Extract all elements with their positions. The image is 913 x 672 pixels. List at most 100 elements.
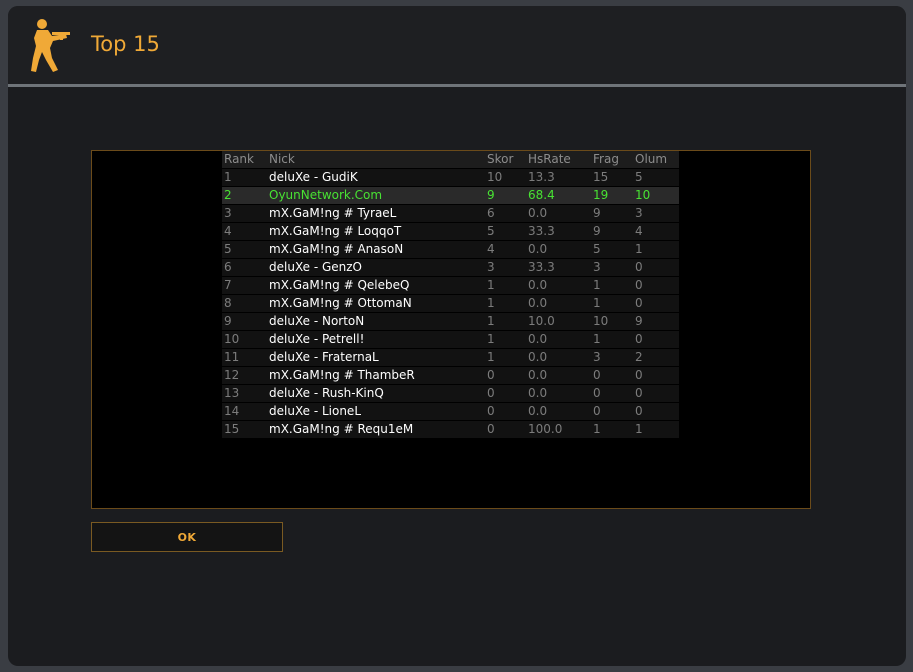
cell-olum: 0 bbox=[633, 402, 679, 421]
cell-olum: 0 bbox=[633, 258, 679, 277]
cell-hsrate: 0.0 bbox=[526, 384, 591, 403]
table-row: 15 mX.GaM!ng # Requ1eM 0 100.0 1 1 bbox=[222, 420, 679, 438]
cell-rank: 12 bbox=[222, 366, 267, 385]
cell-olum: 1 bbox=[633, 240, 679, 259]
cell-frag: 15 bbox=[591, 168, 633, 187]
table-row: 7 mX.GaM!ng # QelebeQ 1 0.0 1 0 bbox=[222, 276, 679, 295]
cell-nick: deluXe - GenzO bbox=[267, 258, 485, 277]
table-row: 5 mX.GaM!ng # AnasoN 4 0.0 5 1 bbox=[222, 240, 679, 259]
counter-terrorist-icon bbox=[31, 19, 70, 72]
header-divider bbox=[8, 84, 906, 87]
cell-rank: 14 bbox=[222, 402, 267, 421]
cell-frag: 5 bbox=[591, 240, 633, 259]
cell-frag: 0 bbox=[591, 402, 633, 421]
cell-frag: 10 bbox=[591, 312, 633, 331]
cell-rank: 13 bbox=[222, 384, 267, 403]
cell-hsrate: 0.0 bbox=[526, 240, 591, 259]
cell-olum: 9 bbox=[633, 312, 679, 331]
cell-skor: 6 bbox=[485, 204, 526, 223]
top15-window: Top 15 Rank Nick Skor HsRate Frag Olum 1… bbox=[8, 6, 906, 666]
ok-button[interactable]: OK bbox=[91, 522, 283, 552]
column-header-olum: Olum bbox=[633, 151, 679, 169]
column-header-hsrate: HsRate bbox=[526, 151, 591, 169]
cell-nick: deluXe - Rush-KinQ bbox=[267, 384, 485, 403]
cell-hsrate: 0.0 bbox=[526, 330, 591, 349]
cell-nick: mX.GaM!ng # QelebeQ bbox=[267, 276, 485, 295]
cell-frag: 1 bbox=[591, 276, 633, 295]
cell-frag: 1 bbox=[591, 420, 633, 438]
cell-rank: 15 bbox=[222, 420, 267, 438]
cell-rank: 10 bbox=[222, 330, 267, 349]
cell-rank: 11 bbox=[222, 348, 267, 367]
cell-skor: 0 bbox=[485, 366, 526, 385]
window-title: Top 15 bbox=[91, 32, 160, 56]
table-header-row: Rank Nick Skor HsRate Frag Olum bbox=[222, 151, 679, 169]
cell-hsrate: 0.0 bbox=[526, 294, 591, 313]
cell-hsrate: 13.3 bbox=[526, 168, 591, 187]
table-row: 3 mX.GaM!ng # TyraeL 6 0.0 9 3 bbox=[222, 204, 679, 223]
cell-hsrate: 0.0 bbox=[526, 204, 591, 223]
cell-rank: 7 bbox=[222, 276, 267, 295]
cell-rank: 2 bbox=[222, 186, 267, 205]
cell-nick: mX.GaM!ng # TyraeL bbox=[267, 204, 485, 223]
cell-hsrate: 33.3 bbox=[526, 222, 591, 241]
cell-nick: deluXe - LioneL bbox=[267, 402, 485, 421]
column-header-skor: Skor bbox=[485, 151, 526, 169]
cell-nick: OyunNetwork.Com bbox=[267, 186, 485, 205]
cell-nick: mX.GaM!ng # LoqqoT bbox=[267, 222, 485, 241]
cell-hsrate: 0.0 bbox=[526, 402, 591, 421]
cell-skor: 1 bbox=[485, 330, 526, 349]
cell-olum: 0 bbox=[633, 366, 679, 385]
cell-nick: mX.GaM!ng # Requ1eM bbox=[267, 420, 485, 438]
cell-skor: 3 bbox=[485, 258, 526, 277]
table-row: 8 mX.GaM!ng # OttomaN 1 0.0 1 0 bbox=[222, 294, 679, 313]
cell-rank: 5 bbox=[222, 240, 267, 259]
cell-rank: 1 bbox=[222, 168, 267, 187]
table-row: 10 deluXe - Petrell! 1 0.0 1 0 bbox=[222, 330, 679, 349]
cell-rank: 8 bbox=[222, 294, 267, 313]
cell-olum: 1 bbox=[633, 420, 679, 438]
cell-frag: 9 bbox=[591, 222, 633, 241]
cell-hsrate: 0.0 bbox=[526, 276, 591, 295]
cell-skor: 9 bbox=[485, 186, 526, 205]
cell-skor: 1 bbox=[485, 294, 526, 313]
scoreboard-table: Rank Nick Skor HsRate Frag Olum 1 deluXe … bbox=[222, 151, 679, 438]
cell-hsrate: 0.0 bbox=[526, 348, 591, 367]
cell-skor: 1 bbox=[485, 276, 526, 295]
cell-olum: 4 bbox=[633, 222, 679, 241]
cell-frag: 19 bbox=[591, 186, 633, 205]
cell-olum: 5 bbox=[633, 168, 679, 187]
table-row: 11 deluXe - FraternaL 1 0.0 3 2 bbox=[222, 348, 679, 367]
cell-nick: deluXe - NortoN bbox=[267, 312, 485, 331]
cell-olum: 0 bbox=[633, 330, 679, 349]
cell-rank: 4 bbox=[222, 222, 267, 241]
cell-olum: 0 bbox=[633, 294, 679, 313]
cell-frag: 0 bbox=[591, 366, 633, 385]
cell-skor: 0 bbox=[485, 402, 526, 421]
cell-hsrate: 10.0 bbox=[526, 312, 591, 331]
cell-frag: 3 bbox=[591, 348, 633, 367]
cell-nick: deluXe - Petrell! bbox=[267, 330, 485, 349]
table-row: 1 deluXe - GudiK 10 13.3 15 5 bbox=[222, 168, 679, 187]
table-row: 6 deluXe - GenzO 3 33.3 3 0 bbox=[222, 258, 679, 277]
cell-skor: 1 bbox=[485, 348, 526, 367]
cell-hsrate: 100.0 bbox=[526, 420, 591, 438]
cell-rank: 6 bbox=[222, 258, 267, 277]
column-header-nick: Nick bbox=[267, 151, 485, 169]
table-row: 12 mX.GaM!ng # ThambeR 0 0.0 0 0 bbox=[222, 366, 679, 385]
cell-skor: 0 bbox=[485, 384, 526, 403]
cell-frag: 3 bbox=[591, 258, 633, 277]
table-row: 2 OyunNetwork.Com 9 68.4 19 10 bbox=[222, 186, 679, 205]
cell-olum: 10 bbox=[633, 186, 679, 205]
column-header-rank: Rank bbox=[222, 151, 267, 169]
cell-olum: 0 bbox=[633, 276, 679, 295]
cell-hsrate: 0.0 bbox=[526, 366, 591, 385]
cell-olum: 2 bbox=[633, 348, 679, 367]
cell-olum: 3 bbox=[633, 204, 679, 223]
cell-frag: 0 bbox=[591, 384, 633, 403]
cell-skor: 1 bbox=[485, 312, 526, 331]
table-row: 9 deluXe - NortoN 1 10.0 10 9 bbox=[222, 312, 679, 331]
column-header-frag: Frag bbox=[591, 151, 633, 169]
cell-nick: mX.GaM!ng # AnasoN bbox=[267, 240, 485, 259]
cell-skor: 10 bbox=[485, 168, 526, 187]
